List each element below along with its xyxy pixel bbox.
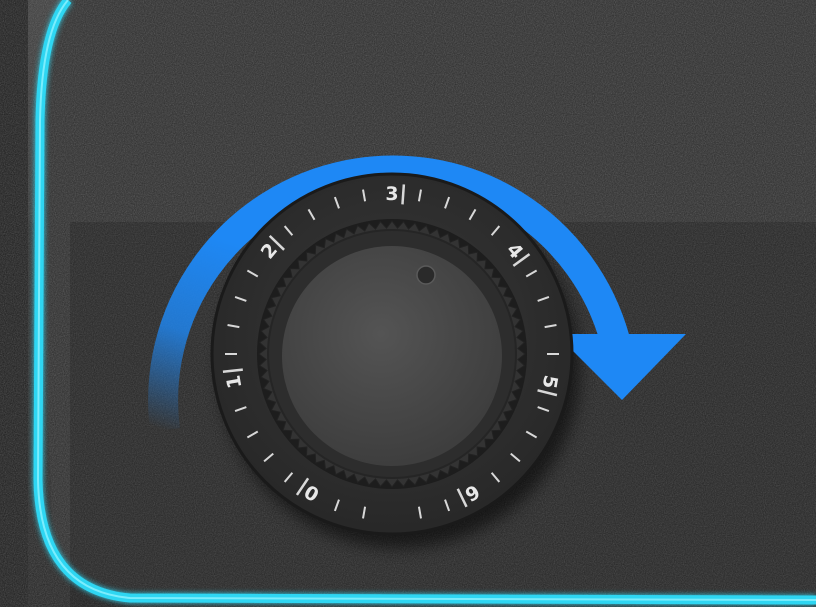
dial-number-3: 3 <box>385 183 398 205</box>
knob-indicator-dot <box>416 265 436 285</box>
scene: 0123456 <box>0 0 816 607</box>
dial-major-tick <box>401 184 406 205</box>
knob-face <box>282 246 502 466</box>
